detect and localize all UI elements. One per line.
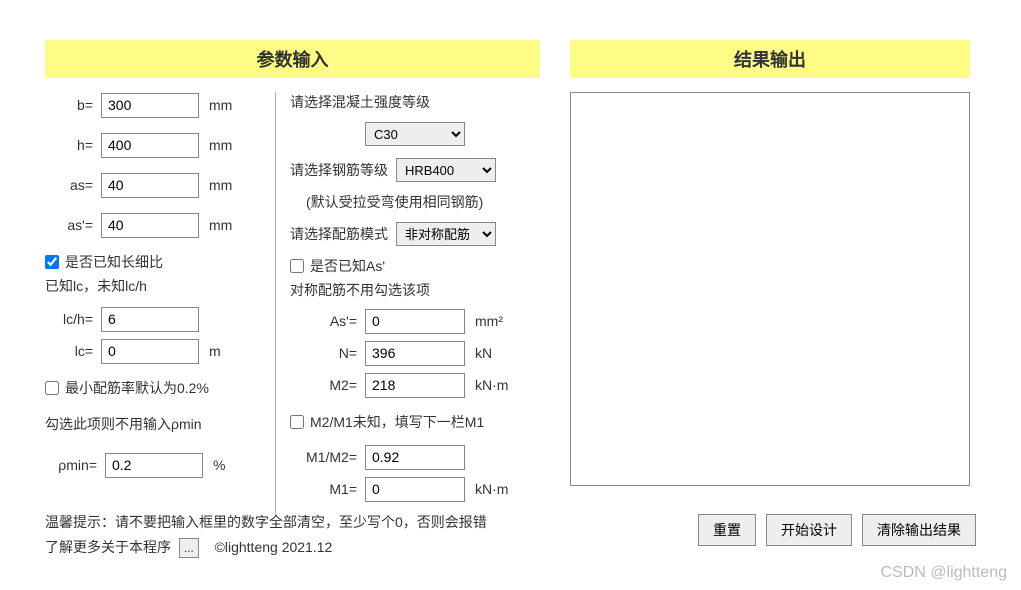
asp-known-label: 是否已知As' [310,256,385,276]
Asp-input[interactable] [365,309,465,334]
asp-known-checkbox[interactable] [290,259,304,273]
min-ratio-checkbox[interactable] [45,381,59,395]
asp-label: as'= [45,217,101,233]
watermark: CSDN @lightteng [880,564,1007,582]
pmin-unit: % [203,457,225,473]
Asp-unit: mm² [465,313,503,329]
N-label: N= [290,345,365,361]
start-button[interactable]: 开始设计 [766,514,852,546]
as-unit: mm [199,177,232,193]
m2m1-label: M2/M1未知，填写下一栏M1 [310,412,484,432]
pmin-label: ρmin= [45,457,105,473]
M1-input[interactable] [365,477,465,502]
output-panel: 结果输出 [570,40,970,516]
h-input[interactable] [101,133,199,158]
min-ratio-note: 勾选此项则不用输入ρmin [45,414,263,434]
hint-area: 温馨提示：请不要把输入框里的数字全部清空，至少写个0，否则会报错 了解更多关于本… [45,510,487,560]
h-label: h= [45,137,101,153]
min-ratio-check-label: 最小配筋率默认为0.2% [65,378,209,398]
as-input[interactable] [101,173,199,198]
sym-note: 对称配筋不用勾选该项 [290,280,540,300]
input-col-left: b= mm h= mm as= mm as'= mm [45,92,275,516]
M2-unit: kN·m [465,377,508,393]
mode-select[interactable]: 非对称配筋 [396,222,496,246]
asp-unit: mm [199,217,232,233]
lch-input[interactable] [101,307,199,332]
lch-label: lc/h= [45,311,101,327]
output-header: 结果输出 [570,40,970,78]
mode-label: 请选择配筋模式 [290,224,388,244]
slender-note: 已知lc，未知lc/h [45,276,263,296]
M1-unit: kN·m [465,481,508,497]
Asp-label: As'= [290,313,365,329]
rebar-label: 请选择钢筋等级 [290,160,388,180]
rebar-note: (默认受拉受弯使用相同钢筋) [290,192,540,212]
N-input[interactable] [365,341,465,366]
input-panel: 参数输入 b= mm h= mm as= mm [45,40,540,516]
as-label: as= [45,177,101,193]
b-input[interactable] [101,93,199,118]
output-box [570,92,970,486]
rebar-select[interactable]: HRB400 [396,158,496,182]
input-col-right: 请选择混凝土强度等级 C30 请选择钢筋等级 HRB400 (默认受拉受弯使用相… [275,92,540,516]
copyright: ©lightteng 2021.12 [215,539,333,555]
concrete-select[interactable]: C30 [365,122,465,146]
b-unit: mm [199,97,232,113]
lc-input[interactable] [101,339,199,364]
M2-label: M2= [290,377,365,393]
pmin-input[interactable] [105,453,203,478]
hint-line2a: 了解更多关于本程序 [45,539,171,555]
b-label: b= [45,97,101,113]
about-button[interactable]: ... [179,538,199,558]
lc-label: lc= [45,343,101,359]
input-header: 参数输入 [45,40,540,78]
M1M2-input[interactable] [365,445,465,470]
slender-check-label: 是否已知长细比 [65,252,163,272]
hint-line1: 温馨提示：请不要把输入框里的数字全部清空，至少写个0，否则会报错 [45,510,487,535]
M1-label: M1= [290,481,365,497]
clear-button[interactable]: 清除输出结果 [862,514,976,546]
concrete-label: 请选择混凝土强度等级 [290,92,540,112]
asp-input[interactable] [101,213,199,238]
m2m1-checkbox[interactable] [290,415,304,429]
button-group: 重置 开始设计 清除输出结果 [698,514,976,546]
M2-input[interactable] [365,373,465,398]
slender-checkbox[interactable] [45,255,59,269]
M1M2-label: M1/M2= [290,449,365,465]
N-unit: kN [465,345,492,361]
reset-button[interactable]: 重置 [698,514,756,546]
lc-unit: m [199,343,221,359]
h-unit: mm [199,137,232,153]
